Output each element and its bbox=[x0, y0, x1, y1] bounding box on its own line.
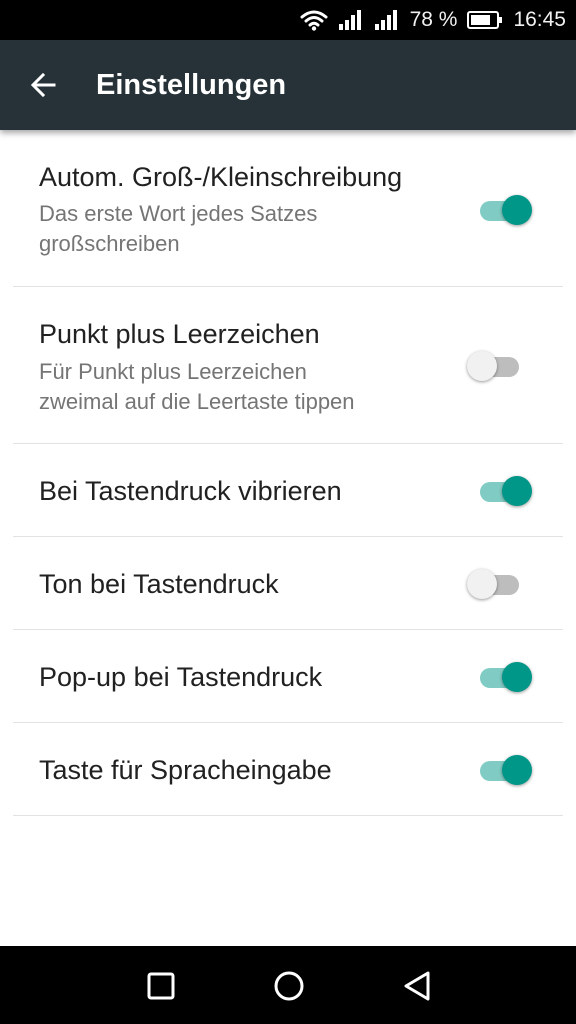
divider bbox=[13, 815, 563, 816]
double-space-period-toggle[interactable] bbox=[467, 345, 527, 385]
navigation-bar bbox=[0, 946, 576, 1024]
back-triangle-icon[interactable] bbox=[397, 966, 437, 1006]
app-bar: Einstellungen bbox=[0, 40, 576, 130]
page-title: Einstellungen bbox=[96, 69, 287, 101]
setting-title: Autom. Groß-/Kleinschreibung bbox=[39, 162, 403, 192]
auto-capitalization-toggle[interactable] bbox=[474, 189, 534, 229]
battery-percent: 78 % bbox=[409, 8, 458, 31]
setting-popup-on-keypress[interactable]: Pop-up bei Tastendruck bbox=[0, 630, 576, 723]
setting-summary: Für Punkt plus Leerzeichen zweimal auf d… bbox=[39, 359, 355, 414]
popup-on-keypress-toggle[interactable] bbox=[474, 656, 534, 696]
setting-vibrate-on-keypress[interactable]: Bei Tastendruck vibrieren bbox=[0, 444, 576, 537]
clock: 16:45 bbox=[513, 8, 566, 31]
setting-auto-capitalization[interactable]: Autom. Groß-/Kleinschreibung Das erste W… bbox=[0, 130, 576, 287]
setting-voice-input-key[interactable]: Taste für Spracheingabe bbox=[0, 723, 576, 816]
voice-input-key-toggle[interactable] bbox=[474, 749, 534, 789]
recents-square-icon[interactable] bbox=[141, 966, 181, 1006]
arrow-left-icon[interactable] bbox=[26, 68, 62, 102]
vibrate-on-keypress-toggle[interactable] bbox=[474, 470, 534, 510]
setting-summary: Das erste Wort jedes Satzes großschreibe… bbox=[39, 201, 318, 256]
status-bar: 78 % 16:45 bbox=[0, 0, 576, 40]
settings-list: Autom. Groß-/Kleinschreibung Das erste W… bbox=[0, 130, 576, 816]
sound-on-keypress-toggle[interactable] bbox=[467, 563, 527, 603]
battery-icon bbox=[467, 10, 503, 30]
screen: 78 % 16:45 Einstellungen Autom. Groß-/Kl… bbox=[0, 0, 576, 1024]
setting-title: Pop-up bei Tastendruck bbox=[39, 662, 323, 692]
setting-double-space-period[interactable]: Punkt plus Leerzeichen Für Punkt plus Le… bbox=[0, 287, 576, 444]
setting-title: Bei Tastendruck vibrieren bbox=[39, 476, 342, 506]
setting-title: Ton bei Tastendruck bbox=[39, 569, 279, 599]
setting-sound-on-keypress[interactable]: Ton bei Tastendruck bbox=[0, 537, 576, 630]
home-circle-icon[interactable] bbox=[269, 966, 309, 1006]
signal-icon bbox=[374, 9, 400, 31]
setting-title: Taste für Spracheingabe bbox=[39, 755, 332, 785]
signal-icon bbox=[338, 9, 364, 31]
setting-title: Punkt plus Leerzeichen bbox=[39, 319, 320, 349]
wifi-icon bbox=[300, 9, 328, 31]
